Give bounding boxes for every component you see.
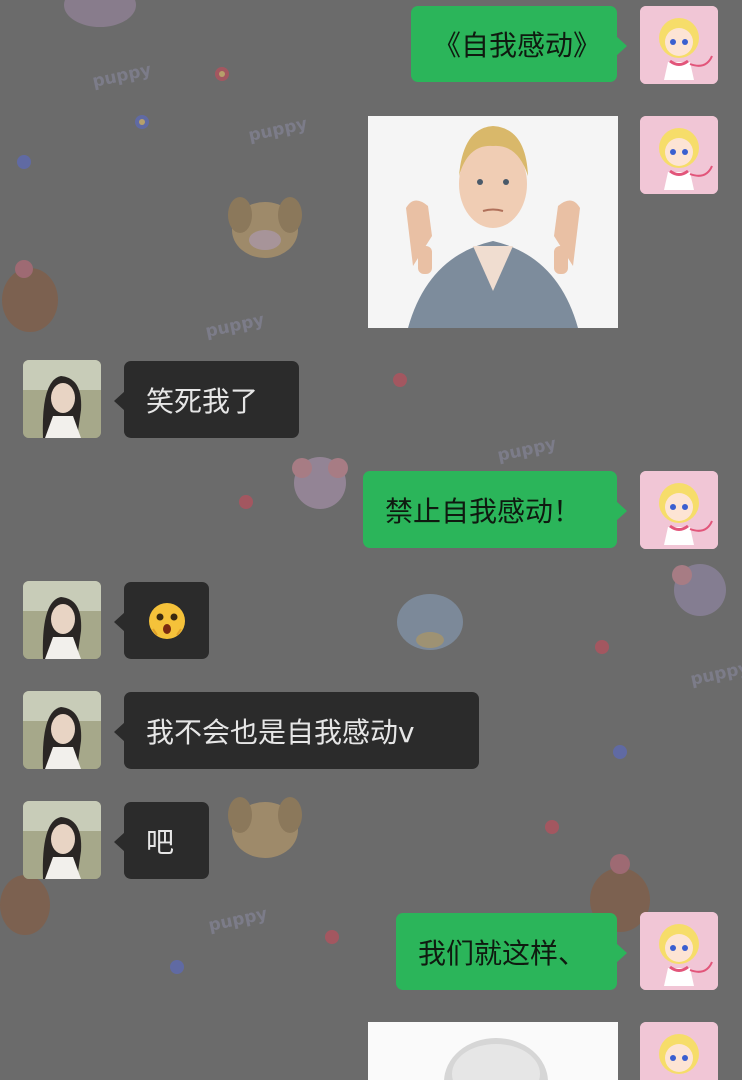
self-avatar[interactable]	[640, 471, 718, 549]
wallpaper-dog-icon	[292, 457, 348, 509]
wallpaper-dog-icon	[228, 197, 302, 258]
wallpaper-flower-icon	[613, 745, 627, 759]
peer-avatar[interactable]	[23, 801, 101, 879]
message-text: 笑死我了	[146, 384, 259, 418]
message-image-thumbs-down[interactable]	[368, 116, 618, 328]
wallpaper-flower-icon	[215, 67, 229, 81]
girl-photo-avatar-icon	[23, 581, 101, 659]
wallpaper-text: puppy	[495, 434, 559, 466]
girl-photo-avatar-icon	[23, 801, 101, 879]
message-bubble-peer[interactable]: 我不会也是自我感动v	[114, 692, 479, 769]
wallpaper-dog-icon	[672, 564, 726, 616]
wallpaper-text: puppy	[90, 60, 154, 92]
self-avatar[interactable]	[640, 116, 718, 194]
anime-girl-avatar-icon	[640, 1022, 718, 1080]
bald-head-photo-icon	[368, 1022, 618, 1080]
wallpaper-flower-icon	[17, 155, 31, 169]
message-text: 《自我感动》	[433, 29, 602, 62]
wallpaper-text: puppy	[206, 904, 270, 936]
wallpaper-flower-icon	[325, 930, 339, 944]
message-bubble-self[interactable]: 《自我感动》	[411, 6, 627, 82]
message-image-bald-head[interactable]	[368, 1022, 618, 1080]
wallpaper-dog-icon	[228, 797, 302, 858]
wallpaper-text: puppy	[688, 658, 742, 690]
girl-photo-avatar-icon	[23, 691, 101, 769]
message-text: 禁止自我感动！	[385, 494, 582, 528]
message-text: 吧	[146, 825, 175, 859]
message-bubble-self[interactable]: 我们就这样、	[396, 913, 627, 990]
wallpaper-flower-icon	[545, 820, 559, 834]
message-bubble-peer[interactable]: 笑死我了	[114, 361, 299, 438]
wallpaper-dog-icon	[64, 0, 136, 27]
shocked-face-icon	[148, 602, 185, 639]
self-avatar[interactable]	[640, 912, 718, 990]
wallpaper-flower-icon	[135, 115, 149, 129]
message-bubble-peer[interactable]	[114, 582, 209, 659]
wallpaper-text: puppy	[246, 114, 310, 146]
wallpaper-flower-icon	[595, 640, 609, 654]
wallpaper-flower-icon	[393, 373, 407, 387]
wallpaper-flower-icon	[170, 960, 184, 974]
wallpaper-flower-icon	[239, 495, 253, 509]
message-bubble-peer[interactable]: 吧	[114, 802, 209, 879]
message-text: 我不会也是自我感动v	[146, 715, 415, 749]
anime-girl-avatar-icon	[640, 6, 718, 84]
peer-avatar[interactable]	[23, 581, 101, 659]
anime-girl-avatar-icon	[640, 116, 718, 194]
girl-photo-avatar-icon	[23, 360, 101, 438]
anime-girl-avatar-icon	[640, 471, 718, 549]
self-avatar[interactable]	[640, 6, 718, 84]
wallpaper-dog-icon	[397, 594, 463, 650]
message-text: 我们就这样、	[418, 936, 587, 970]
self-avatar[interactable]	[640, 1022, 718, 1080]
anime-girl-avatar-icon	[640, 912, 718, 990]
message-bubble-self[interactable]: 禁止自我感动！	[363, 471, 627, 548]
peer-avatar[interactable]	[23, 691, 101, 769]
peer-avatar[interactable]	[23, 360, 101, 438]
wallpaper-text: puppy	[203, 310, 267, 342]
thumbs-down-woman-photo-icon	[368, 116, 618, 328]
wallpaper-dog-icon	[2, 260, 58, 332]
